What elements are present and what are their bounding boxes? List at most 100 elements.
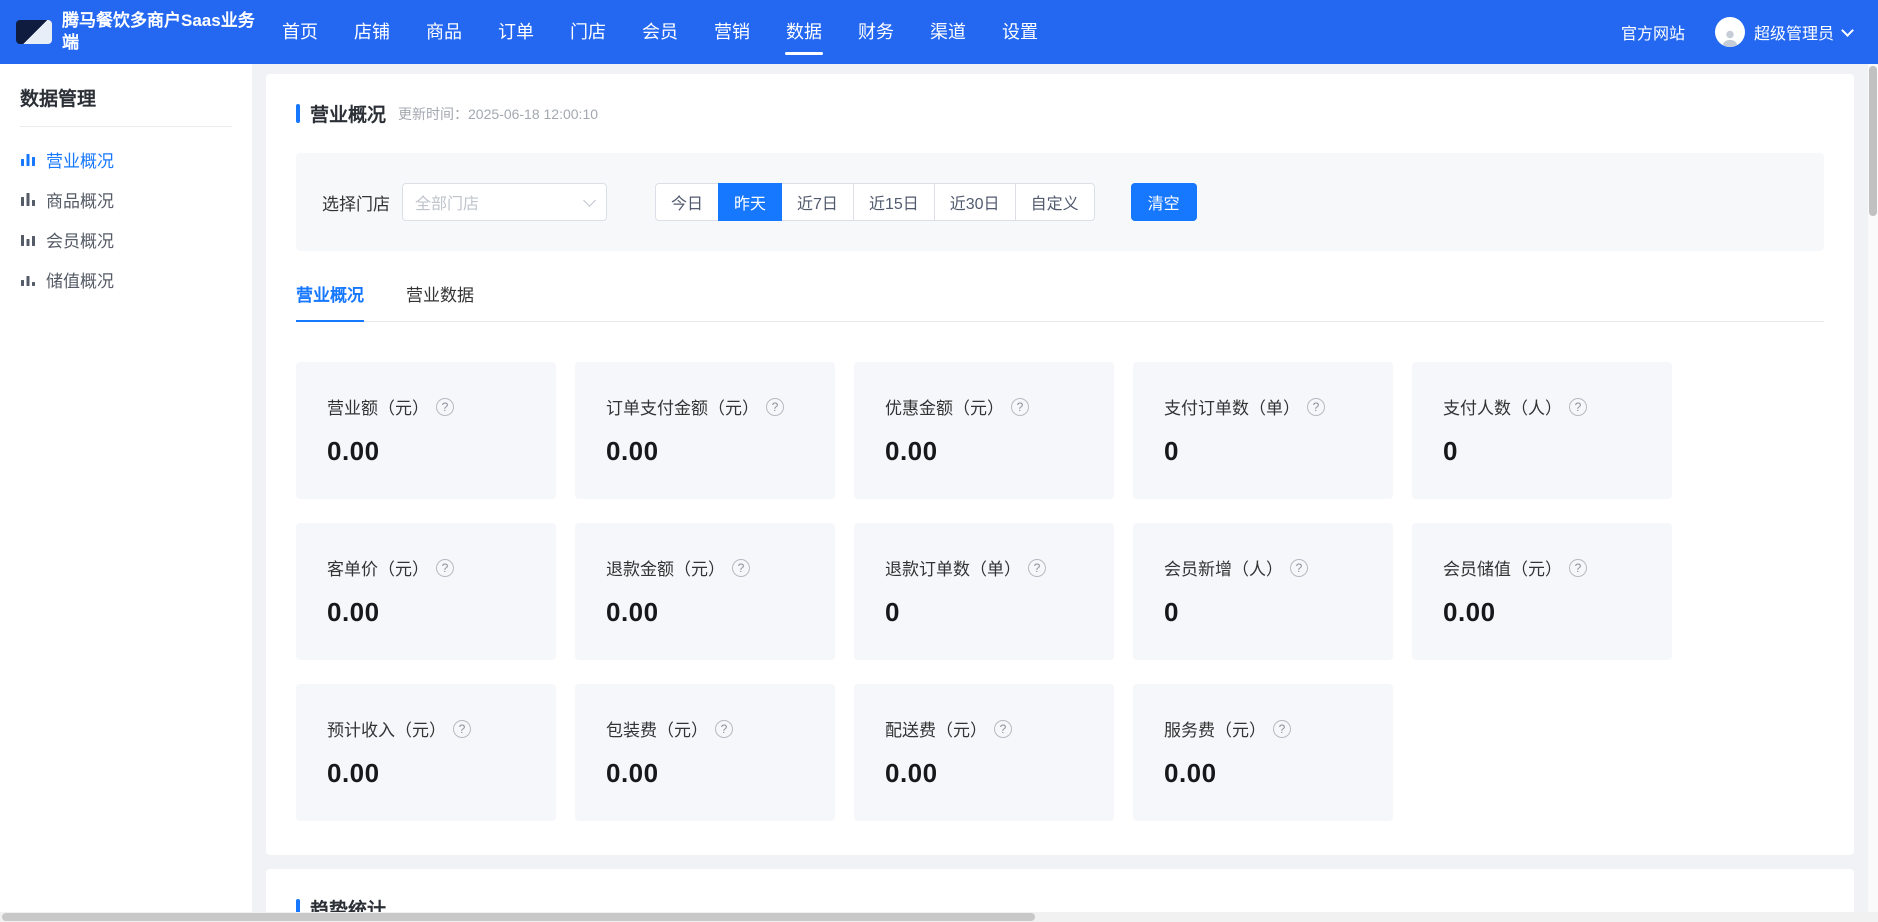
help-icon[interactable] [715,720,733,738]
range-30days-button[interactable]: 近30日 [934,183,1016,221]
nav-item-settings[interactable]: 设置 [1000,0,1040,64]
nav-item-home[interactable]: 首页 [280,0,320,64]
sidebar-item-stored-value-overview[interactable]: 储值概况 [0,259,252,299]
top-navbar: 腾马餐饮多商户Saas业务端 首页 店铺 商品 订单 门店 会员 营销 数据 财… [0,0,1878,64]
help-icon[interactable] [732,559,750,577]
clear-button[interactable]: 清空 [1131,183,1197,221]
stat-card-paying-users: 支付人数（人） 0 [1412,362,1672,499]
help-icon[interactable] [1569,559,1587,577]
stat-value: 0.00 [606,436,817,467]
chevron-down-icon [583,194,596,207]
vertical-scrollbar-thumb[interactable] [1869,66,1877,216]
nav-item-shop[interactable]: 店铺 [352,0,392,64]
nav-item-data[interactable]: 数据 [784,0,824,64]
stat-label: 支付订单数（单） [1164,394,1300,419]
nav-item-marketing[interactable]: 营销 [712,0,752,64]
vertical-scrollbar[interactable] [1868,64,1878,912]
tab-business-overview[interactable]: 营业概况 [296,281,364,322]
range-today-button[interactable]: 今日 [655,183,719,221]
bar-chart-icon [20,231,36,247]
stat-label: 优惠金额（元） [885,394,1004,419]
chevron-down-icon [1841,24,1854,37]
stat-card-avg-order-value: 客单价（元） 0.00 [296,523,556,660]
sidebar-item-label: 商品概况 [46,187,114,212]
stat-value: 0.00 [1443,597,1654,628]
help-icon[interactable] [1569,398,1587,416]
stat-card-delivery-fee: 配送费（元） 0.00 [854,684,1114,821]
stat-card-new-members: 会员新增（人） 0 [1133,523,1393,660]
help-icon[interactable] [1290,559,1308,577]
nav-item-store[interactable]: 门店 [568,0,608,64]
range-custom-button[interactable]: 自定义 [1015,183,1095,221]
navbar-right: 官方网站 超级管理员 [1621,17,1852,47]
stat-value: 0 [1443,436,1654,467]
store-select-value: 全部门店 [415,190,479,214]
stat-label: 客单价（元） [327,555,429,580]
stat-card-paid-orders: 支付订单数（单） 0 [1133,362,1393,499]
range-15days-button[interactable]: 近15日 [853,183,935,221]
stat-card-packaging-fee: 包装费（元） 0.00 [575,684,835,821]
help-icon[interactable] [453,720,471,738]
sidebar-menu: 营业概况 商品概况 会员概况 储值概况 [0,127,252,299]
stat-card-service-fee: 服务费（元） 0.00 [1133,684,1393,821]
main-nav: 首页 店铺 商品 订单 门店 会员 营销 数据 财务 渠道 设置 [280,0,1040,64]
stat-value: 0.00 [327,758,538,789]
store-select-label: 选择门店 [322,190,390,215]
help-icon[interactable] [1307,398,1325,416]
sidebar-title: 数据管理 [20,64,232,127]
stat-value: 0.00 [327,436,538,467]
nav-item-member[interactable]: 会员 [640,0,680,64]
range-7days-button[interactable]: 近7日 [781,183,854,221]
nav-item-product[interactable]: 商品 [424,0,464,64]
bar-chart-icon [20,191,36,207]
stat-value: 0 [1164,597,1375,628]
help-icon[interactable] [1273,720,1291,738]
stat-label: 退款金额（元） [606,555,725,580]
update-time: 更新时间：2025-06-18 12:00:10 [398,104,598,124]
stat-card-order-paid-amount: 订单支付金额（元） 0.00 [575,362,835,499]
stat-card-refund-orders: 退款订单数（单） 0 [854,523,1114,660]
sidebar: 数据管理 营业概况 商品概况 会员概况 储值概况 [0,64,252,912]
sidebar-item-member-overview[interactable]: 会员概况 [0,219,252,259]
sidebar-item-product-overview[interactable]: 商品概况 [0,179,252,219]
overview-tabs: 营业概况 营业数据 [296,281,1824,322]
nav-item-finance[interactable]: 财务 [856,0,896,64]
help-icon[interactable] [994,720,1012,738]
app-brand: 腾马餐饮多商户Saas业务端 [16,10,280,54]
sidebar-item-business-overview[interactable]: 营业概况 [0,139,252,179]
stat-card-member-stored-value: 会员储值（元） 0.00 [1412,523,1672,660]
stat-value: 0.00 [606,758,817,789]
page-title: 营业概况 [310,100,386,127]
nav-item-order[interactable]: 订单 [496,0,536,64]
stat-card-refund-amount: 退款金额（元） 0.00 [575,523,835,660]
main-content: 营业概况 更新时间：2025-06-18 12:00:10 选择门店 全部门店 … [252,64,1868,912]
stat-card-revenue: 营业额（元） 0.00 [296,362,556,499]
user-menu[interactable]: 超级管理员 [1715,17,1852,47]
horizontal-scrollbar-thumb[interactable] [2,913,1035,921]
help-icon[interactable] [766,398,784,416]
help-icon[interactable] [436,559,454,577]
trend-title: 趋势统计 [310,895,386,912]
help-icon[interactable] [1011,398,1029,416]
horizontal-scrollbar[interactable] [0,912,1878,922]
app-title: 腾马餐饮多商户Saas业务端 [62,10,260,54]
stat-label: 会员储值（元） [1443,555,1562,580]
stat-value: 0.00 [606,597,817,628]
stat-label: 订单支付金额（元） [606,394,759,419]
user-name: 超级管理员 [1754,20,1834,44]
official-site-link[interactable]: 官方网站 [1621,20,1685,44]
business-overview-card: 营业概况 更新时间：2025-06-18 12:00:10 选择门店 全部门店 … [266,74,1854,855]
card-header: 趋势统计 [296,895,1824,912]
nav-item-channel[interactable]: 渠道 [928,0,968,64]
help-icon[interactable] [1028,559,1046,577]
tab-business-data[interactable]: 营业数据 [406,281,474,321]
stat-label: 退款订单数（单） [885,555,1021,580]
bar-chart-icon [20,151,36,167]
store-select[interactable]: 全部门店 [402,183,607,221]
help-icon[interactable] [436,398,454,416]
range-yesterday-button[interactable]: 昨天 [718,183,782,221]
stats-grid: 营业额（元） 0.00 订单支付金额（元） 0.00 优惠金额（元） 0.00 … [296,362,1824,821]
stat-value: 0.00 [1164,758,1375,789]
trend-stats-card: 趋势统计 [266,869,1854,912]
stat-card-expected-income: 预计收入（元） 0.00 [296,684,556,821]
